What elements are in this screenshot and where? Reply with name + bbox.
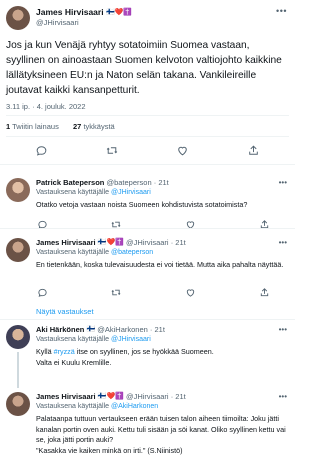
reply-text: Kyllä #ryzzä itse on syyllinen, jos se h… [36, 347, 286, 368]
show-replies-link[interactable]: Näytä vastaukset [36, 307, 94, 316]
author-name[interactable]: James Hirvisaari 🇫🇮❤️✝️ [36, 7, 132, 17]
reply-header: Patrick Bateperson @bateperson · 21t [36, 178, 169, 187]
divider [6, 136, 289, 137]
avatar[interactable] [6, 238, 30, 262]
likes-label: tykkäystä [83, 122, 115, 131]
tweet-thread-page: James Hirvisaari 🇫🇮❤️✝️ @JHirvisaari •••… [0, 0, 295, 464]
reply-text-part: Palataanpa tuttuun vertaukseen erään tui… [36, 414, 286, 444]
author-name[interactable]: Patrick Bateperson [36, 178, 104, 187]
avatar[interactable] [6, 6, 30, 30]
tweet-date: 4. jouluk. 2022 [36, 102, 86, 111]
more-icon[interactable]: ••• [276, 6, 287, 16]
author-name[interactable]: James Hirvisaari [36, 392, 96, 401]
reply-text: Palataanpa tuttuun vertaukseen erään tui… [36, 414, 286, 456]
replying-to-link[interactable]: @JHirvisaari [111, 189, 151, 196]
more-icon[interactable]: ••• [279, 392, 287, 401]
tweet-time: 3.11 ip. [6, 102, 31, 111]
share-icon[interactable] [247, 143, 261, 157]
retweets-stat[interactable]: 1 Twiitin lainaus [6, 122, 59, 131]
retweets-count: 1 [6, 122, 11, 131]
thread-line [17, 352, 19, 388]
author-name-text: James Hirvisaari [36, 7, 104, 17]
reply-header: James Hirvisaari 🇫🇮❤️✝️ @JHirvisaari · 2… [36, 238, 186, 247]
retweet-icon[interactable] [105, 143, 119, 157]
likes-count: 27 [73, 122, 82, 131]
avatar[interactable] [6, 178, 30, 202]
more-icon[interactable]: ••• [279, 238, 287, 247]
tweet-stats: 1 Twiitin lainaus 27 tykkäystä [6, 122, 115, 131]
replying-prefix: Vastauksena käyttäjälle [36, 249, 110, 256]
reply-text-line2: Valta ei Kuulu Kremlille. [36, 357, 112, 367]
divider [0, 319, 295, 320]
replying-to-link[interactable]: @bateperson [111, 249, 153, 256]
reply-text-part: Kyllä [36, 347, 54, 356]
avatar[interactable] [6, 392, 30, 416]
replying-prefix: Vastauksena käyttäjälle [36, 189, 110, 196]
more-icon[interactable]: ••• [279, 178, 287, 187]
tweet-text: Jos ja kun Venäjä ryhtyy sotatoimiin Suo… [6, 40, 282, 96]
reply-text: Otatko vetoja vastaan noista Suomeen koh… [36, 200, 248, 209]
heart-icon[interactable] [185, 286, 197, 298]
replying-prefix: Vastauksena käyttäjälle [36, 403, 110, 410]
reply-time[interactable]: 21t [155, 325, 165, 334]
replying-to: Vastauksena käyttäjälle @JHirvisaari [36, 189, 151, 196]
reply-time[interactable]: 21t [175, 392, 185, 401]
replying-to-link[interactable]: @AkiHarkonen [111, 403, 158, 410]
share-icon[interactable] [259, 286, 271, 298]
more-icon[interactable]: ••• [279, 325, 287, 334]
replying-to: Vastauksena käyttäjälle @bateperson [36, 249, 153, 256]
reply-header: James Hirvisaari 🇫🇮❤️✝️ @JHirvisaari · 2… [36, 392, 186, 401]
replying-to: Vastauksena käyttäjälle @JHirvisaari [36, 336, 151, 343]
reply-text: En tietenkään, koska tulevaisuudesta ei … [36, 260, 284, 269]
name-emoji: 🇫🇮❤️✝️ [97, 393, 124, 400]
replying-to: Vastauksena käyttäjälle @AkiHarkonen [36, 403, 158, 410]
tweet-timestamp[interactable]: 3.11 ip. · 4. jouluk. 2022 [6, 102, 86, 111]
author-handle[interactable]: @JHirvisaari [126, 238, 169, 247]
author-name[interactable]: James Hirvisaari [36, 238, 96, 247]
likes-stat[interactable]: 27 tykkäystä [73, 122, 115, 131]
tweet-actions [6, 142, 289, 158]
author-handle[interactable]: @bateperson [106, 178, 151, 187]
reply-text-line2: "Kasakka vie kaiken minkä on irti." (S.N… [36, 445, 183, 455]
name-emoji: 🇫🇮❤️✝️ [97, 239, 124, 246]
reply-time[interactable]: 21t [175, 238, 185, 247]
replying-prefix: Vastauksena käyttäjälle [36, 336, 110, 343]
author-handle[interactable]: @JHirvisaari [36, 18, 79, 27]
retweet-icon[interactable] [110, 286, 122, 298]
reply-icon[interactable] [34, 143, 48, 157]
replying-to-link[interactable]: @JHirvisaari [111, 336, 151, 343]
retweets-label: Twiitin lainaus [12, 122, 59, 131]
name-emoji: 🇫🇮 [86, 326, 96, 333]
reply-icon[interactable] [36, 286, 48, 298]
name-emoji: 🇫🇮❤️✝️ [105, 9, 133, 16]
reply-header: Aki Härkönen 🇫🇮 @AkiHarkonen · 21t [36, 325, 165, 334]
avatar[interactable] [6, 325, 30, 349]
divider [0, 228, 295, 229]
divider [6, 115, 289, 116]
author-handle[interactable]: @AkiHarkonen [97, 325, 148, 334]
author-handle[interactable]: @JHirvisaari [126, 392, 169, 401]
hashtag-link[interactable]: #ryzzä [54, 347, 75, 356]
author-name[interactable]: Aki Härkönen [36, 325, 84, 334]
divider [0, 164, 295, 165]
reply-actions [36, 286, 271, 298]
reply-time[interactable]: 21t [158, 178, 168, 187]
reply-text-part: itse on syyllinen, jos se hyökkää Suomee… [74, 347, 214, 356]
heart-icon[interactable] [176, 143, 190, 157]
